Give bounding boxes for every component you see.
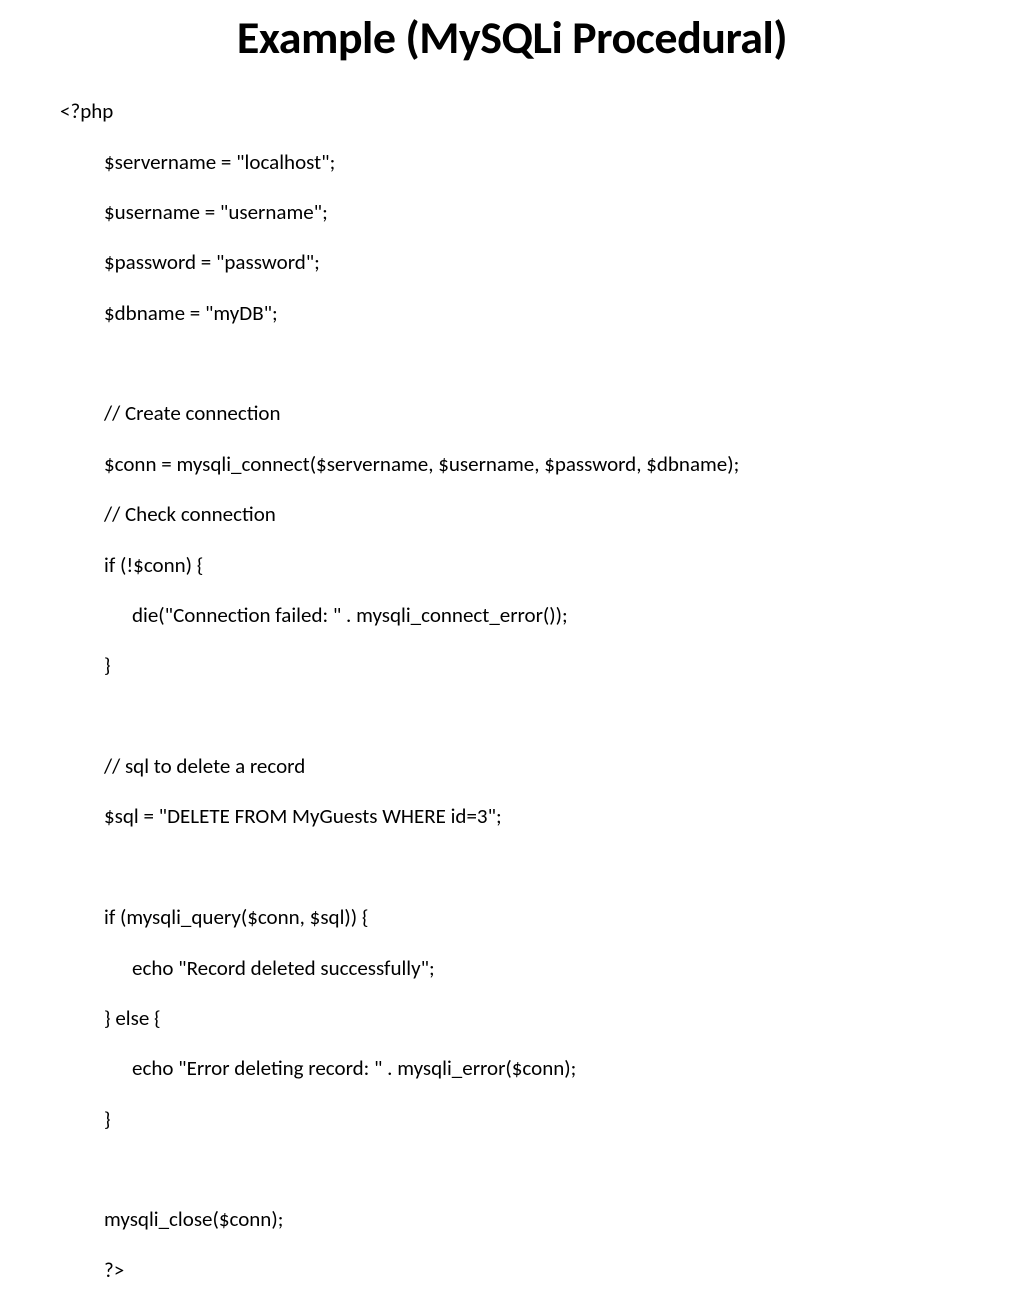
code-line [60, 704, 964, 729]
code-line [60, 351, 964, 376]
code-line: if (mysqli_query($conn, $sql)) { [60, 905, 964, 930]
code-line: die("Connection failed: " . mysqli_conne… [60, 603, 964, 628]
code-line [60, 855, 964, 880]
code-line: echo "Record deleted successfully"; [60, 956, 964, 981]
code-block: <?php $servername = "localhost"; $userna… [60, 74, 964, 1308]
code-line: $password = "password"; [60, 250, 964, 275]
code-line: $dbname = "myDB"; [60, 301, 964, 326]
code-line [60, 1157, 964, 1182]
code-line: echo "Error deleting record: " . mysqli_… [60, 1056, 964, 1081]
code-line: $conn = mysqli_connect($servername, $use… [60, 452, 964, 477]
code-line: ?> [60, 1258, 964, 1283]
code-line: $servername = "localhost"; [60, 150, 964, 175]
code-line: mysqli_close($conn); [60, 1207, 964, 1232]
code-line: } [60, 1107, 964, 1132]
code-line: <?php [60, 99, 964, 124]
code-line: // Check connection [60, 502, 964, 527]
code-line: } else { [60, 1006, 964, 1031]
code-line: $username = "username"; [60, 200, 964, 225]
code-line: // Create connection [60, 401, 964, 426]
code-line: $sql = "DELETE FROM MyGuests WHERE id=3"… [60, 804, 964, 829]
code-line: if (!$conn) { [60, 553, 964, 578]
code-line: // sql to delete a record [60, 754, 964, 779]
slide-title: Example (MySQLi Procedural) [60, 10, 964, 66]
code-line: } [60, 653, 964, 678]
